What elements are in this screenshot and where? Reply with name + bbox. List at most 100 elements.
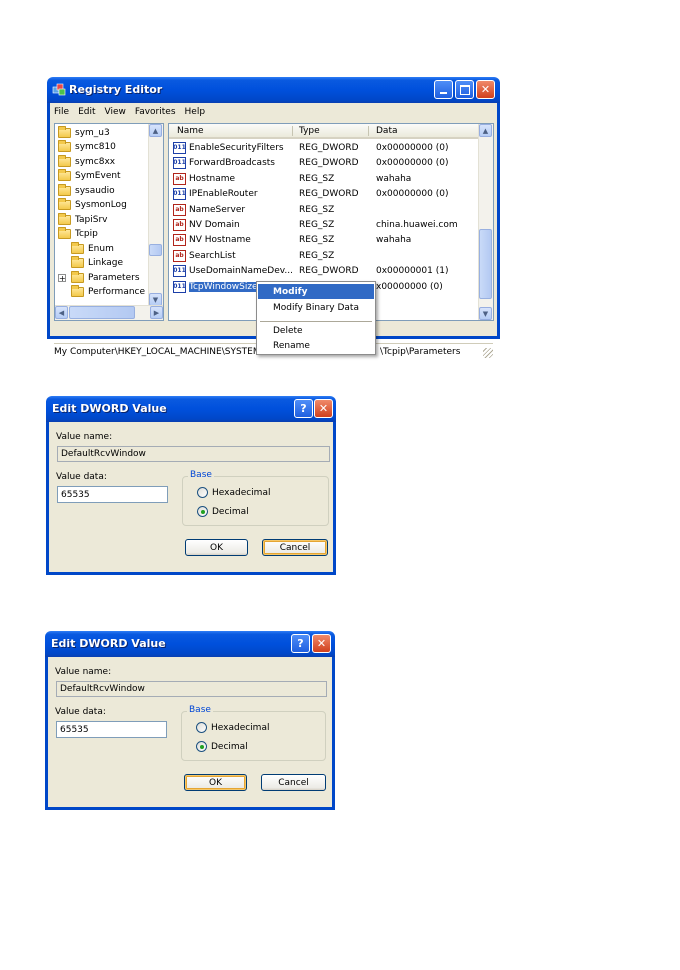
column-type-header[interactable]: Type — [299, 126, 320, 136]
tree-horizontal-scrollbar[interactable]: ◀ ▶ — [55, 305, 163, 320]
tree-item[interactable]: + Parameters — [58, 270, 140, 284]
cell-name: NV Domain — [189, 220, 240, 230]
context-menu: Modify Modify Binary Data Delete Rename — [256, 281, 376, 355]
maximize-button[interactable] — [455, 80, 474, 99]
close-button[interactable]: ✕ — [314, 399, 333, 418]
table-row[interactable]: ab NV Domain REG_SZ china.huawei.com — [169, 218, 480, 233]
table-row[interactable]: 011 UseDomainNameDev... REG_DWORD 0x0000000… — [169, 264, 480, 279]
binary-value-icon: 011 — [173, 142, 186, 154]
ok-button[interactable]: OK — [185, 539, 248, 556]
tree-item[interactable]: symc810 — [58, 140, 116, 154]
dialog-title-bar[interactable]: Edit DWORD Value ? ✕ — [46, 396, 336, 422]
menu-file[interactable]: File — [54, 107, 69, 117]
hexadecimal-radio[interactable]: Hexadecimal — [197, 487, 270, 498]
column-divider[interactable] — [368, 126, 369, 136]
scroll-up-button[interactable]: ▲ — [149, 124, 162, 137]
menu-view[interactable]: View — [105, 107, 126, 117]
value-name-label: Value name: — [56, 432, 113, 442]
table-row[interactable]: ab NV Hostname REG_SZ wahaha — [169, 233, 480, 248]
dialog-title: Edit DWORD Value — [52, 402, 167, 415]
minimize-button[interactable] — [434, 80, 453, 99]
tree-item[interactable]: Enum — [71, 241, 114, 255]
close-button[interactable]: ✕ — [476, 80, 495, 99]
table-row[interactable]: ab SearchList REG_SZ — [169, 249, 480, 264]
status-path-left: My Computer\HKEY_LOCAL_MACHINE\SYSTEM — [54, 347, 261, 357]
cell-data: 0x00000000 (0) — [376, 143, 449, 153]
scroll-right-button[interactable]: ▶ — [150, 306, 163, 319]
decimal-radio[interactable]: Decimal — [197, 506, 249, 517]
radio-checked-icon — [197, 506, 208, 517]
table-row[interactable]: ab NameServer REG_SZ — [169, 203, 480, 218]
tree-item[interactable]: sysaudio — [58, 183, 115, 197]
scroll-thumb[interactable] — [479, 229, 492, 299]
scroll-thumb[interactable] — [149, 244, 162, 256]
cancel-button[interactable]: Cancel — [262, 539, 328, 556]
close-button[interactable]: ✕ — [312, 634, 331, 653]
hexadecimal-radio[interactable]: Hexadecimal — [196, 722, 269, 733]
tree-item[interactable]: Linkage — [71, 256, 124, 270]
cell-type: REG_SZ — [299, 220, 335, 230]
column-header: Name Type Data — [169, 124, 480, 139]
value-name-label: Value name: — [55, 667, 112, 677]
value-data-label: Value data: — [56, 472, 107, 482]
decimal-radio[interactable]: Decimal — [196, 741, 248, 752]
tree-vertical-scrollbar[interactable]: ▲ ▼ — [148, 124, 163, 306]
tree-item-label: symc8xx — [75, 156, 116, 167]
tree-item[interactable]: sym_u3 — [58, 125, 110, 139]
scroll-up-button[interactable]: ▲ — [479, 124, 492, 137]
menu-item-modify[interactable]: Modify — [258, 284, 374, 299]
menu-item-rename[interactable]: Rename — [258, 338, 374, 353]
close-icon: ✕ — [316, 637, 327, 650]
ok-button[interactable]: OK — [184, 774, 247, 791]
title-bar[interactable]: Registry Editor ✕ — [47, 77, 500, 103]
help-icon: ? — [300, 402, 307, 415]
string-value-icon: ab — [173, 219, 186, 231]
tree-item[interactable]: Performance — [71, 285, 145, 299]
folder-icon — [71, 256, 84, 268]
chevron-up-icon: ▲ — [152, 126, 159, 135]
chevron-right-icon: ▶ — [153, 308, 160, 317]
column-divider[interactable] — [292, 126, 293, 136]
cell-name: EnableSecurityFilters — [189, 143, 284, 153]
scroll-down-button[interactable]: ▼ — [479, 307, 492, 320]
menu-edit[interactable]: Edit — [78, 107, 95, 117]
resize-grip-icon[interactable] — [483, 348, 493, 358]
table-row[interactable]: 011 EnableSecurityFilters REG_DWORD 0x00000… — [169, 141, 480, 156]
dialog-title-bar[interactable]: Edit DWORD Value ? ✕ — [45, 631, 335, 657]
menu-favorites[interactable]: Favorites — [135, 107, 176, 117]
cell-name: ForwardBroadcasts — [189, 158, 275, 169]
help-button[interactable]: ? — [294, 399, 313, 418]
menu-help[interactable]: Help — [185, 107, 206, 117]
edit-dword-dialog-2: Edit DWORD Value ? ✕ Value name: Default… — [45, 631, 335, 810]
help-icon: ? — [297, 637, 304, 650]
expand-icon[interactable]: + — [58, 273, 66, 282]
folder-icon — [58, 125, 71, 138]
column-name-header[interactable]: Name — [177, 126, 204, 136]
scroll-left-button[interactable]: ◀ — [55, 306, 68, 319]
key-tree-pane[interactable]: sym_u3 symc810 symc8xx SymEvent sysaudio Sysm… — [54, 123, 164, 321]
tree-item[interactable]: symc8xx — [58, 154, 116, 168]
list-vertical-scrollbar[interactable]: ▲ ▼ — [478, 124, 493, 320]
menu-item-delete[interactable]: Delete — [258, 323, 374, 338]
tree-item[interactable]: TapiSrv — [58, 212, 107, 226]
value-name-field: DefaultRcvWindow — [56, 681, 327, 697]
tree-item[interactable]: SysmonLog — [58, 198, 127, 212]
column-data-header[interactable]: Data — [376, 126, 398, 136]
folder-icon — [58, 183, 71, 196]
registry-app-icon — [52, 82, 66, 96]
table-row[interactable]: 011 ForwardBroadcasts REG_DWORD 0x00000000 … — [169, 156, 480, 171]
cancel-button[interactable]: Cancel — [261, 774, 326, 791]
help-button[interactable]: ? — [291, 634, 310, 653]
chevron-up-icon: ▲ — [482, 126, 489, 135]
cell-name: UseDomainNameDev... — [189, 266, 293, 277]
scroll-thumb-horizontal[interactable] — [69, 306, 135, 319]
value-data-input[interactable]: 65535 — [57, 486, 168, 503]
table-row[interactable]: ab Hostname REG_SZ wahaha — [169, 172, 480, 187]
value-data-input[interactable]: 65535 — [56, 721, 167, 738]
tree-item[interactable]: Tcpip — [58, 227, 98, 241]
tree-item-label: Parameters — [88, 272, 140, 283]
tree-item[interactable]: SymEvent — [58, 169, 121, 183]
tree-item-label: Linkage — [88, 258, 124, 268]
menu-item-modify-binary-data[interactable]: Modify Binary Data — [258, 300, 374, 315]
table-row[interactable]: 011 IPEnableRouter REG_DWORD 0x00000000 (0) — [169, 187, 480, 202]
